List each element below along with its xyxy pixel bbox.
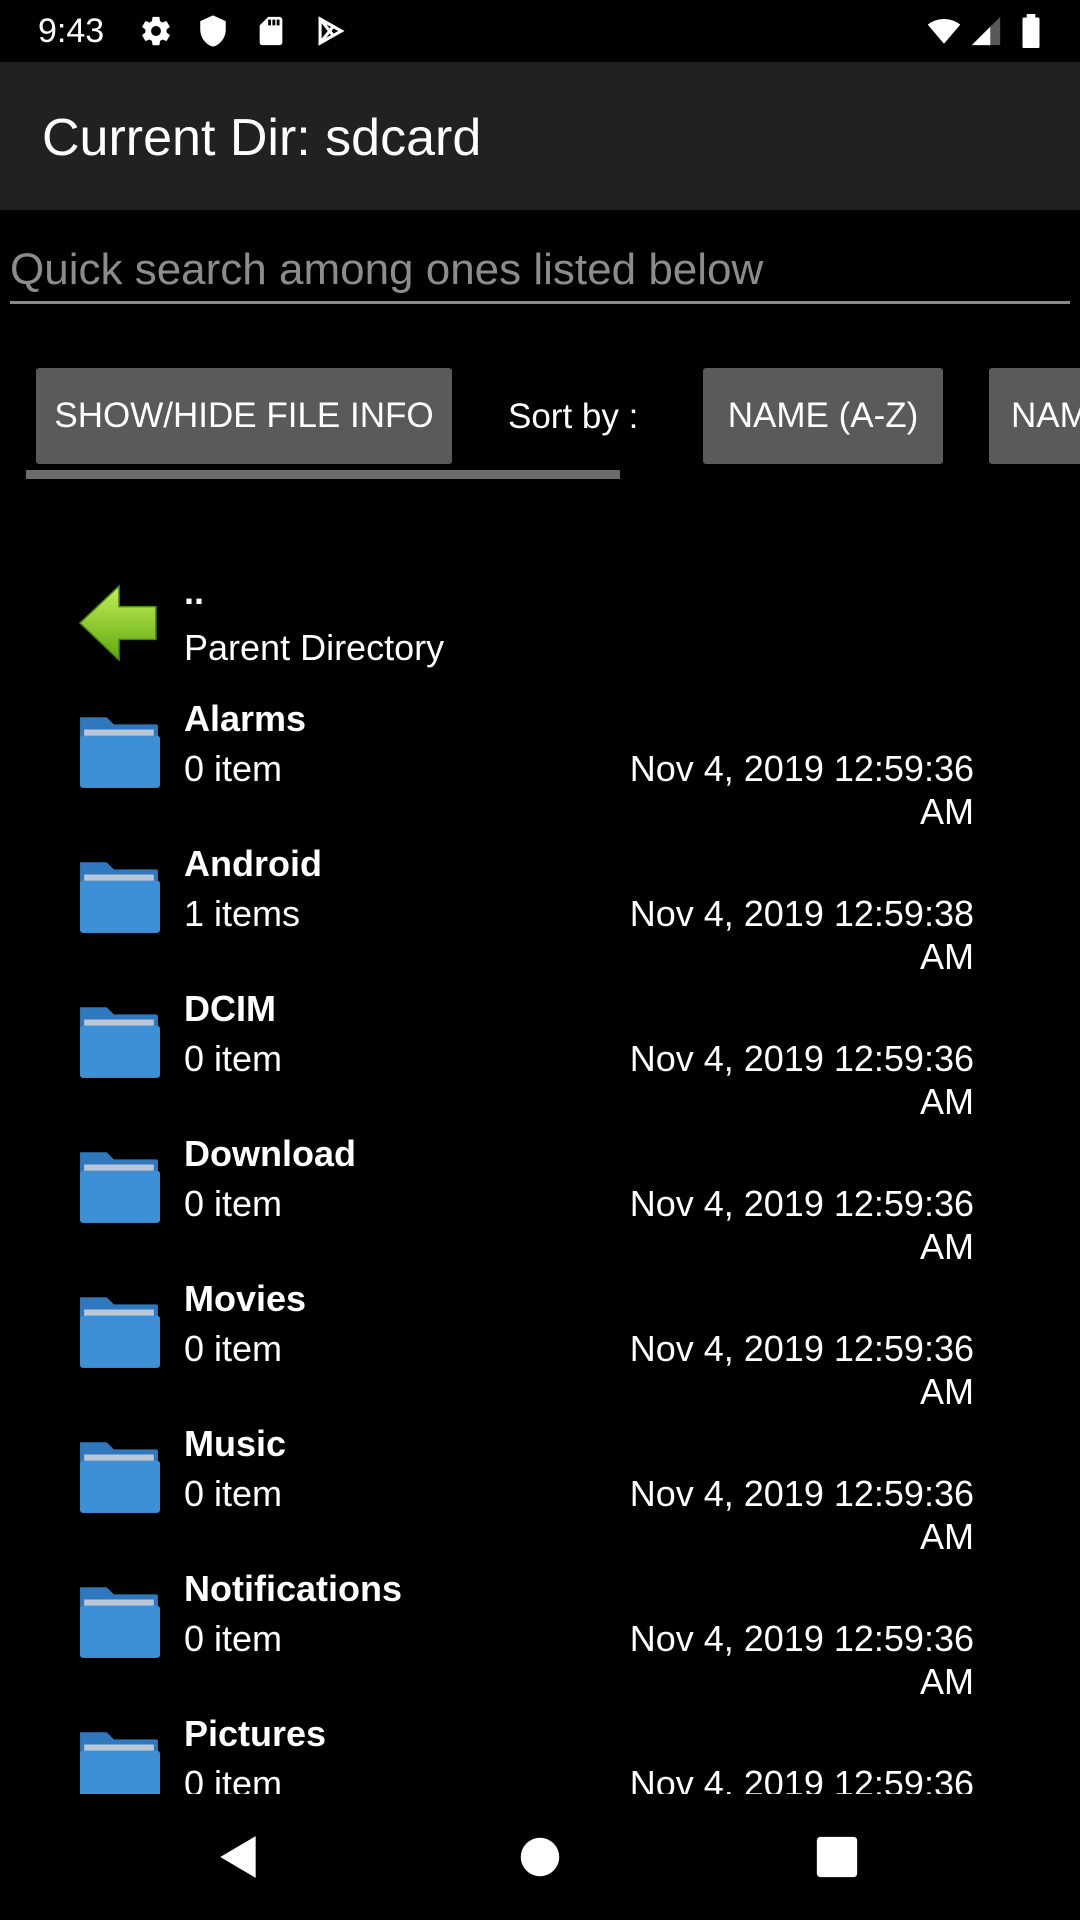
sort-name-az-button[interactable]: NAME (A-Z): [703, 368, 943, 464]
folder-icon: [80, 1007, 160, 1078]
folder-name: Download: [184, 1133, 356, 1174]
folder-icon: [80, 1152, 160, 1223]
modified-date: Nov 4, 2019 12:59:36 AM: [629, 1328, 974, 1412]
folder-icon: [80, 1587, 160, 1658]
folder-icon: [80, 862, 160, 933]
cell-signal-icon: [971, 16, 1001, 46]
shield-icon: [200, 15, 226, 47]
folder-name: Alarms: [184, 698, 307, 739]
sort-by-label: Sort by :: [508, 397, 639, 436]
file-list: .. Parent Directory Alarms 0 item Nov 4,…: [0, 570, 1080, 1794]
item-count: 0 item: [184, 1038, 283, 1079]
folder-name: DCIM: [184, 988, 276, 1029]
parent-directory-label: Parent Directory: [184, 627, 445, 668]
wifi-icon: [927, 18, 961, 44]
folder-row[interactable]: Notifications 0 item Nov 4, 2019 12:59:3…: [0, 1567, 1080, 1712]
battery-icon: [1022, 14, 1040, 48]
item-count: 1 items: [184, 893, 301, 934]
modified-date: Nov 4, 2019 12:59:36 AM: [629, 1618, 974, 1702]
folder-name: Music: [184, 1423, 287, 1464]
folder-name: Notifications: [184, 1568, 403, 1609]
show-hide-file-info-button[interactable]: SHOW/HIDE FILE INFO: [36, 368, 452, 464]
folder-row[interactable]: Movies 0 item Nov 4, 2019 12:59:36 AM: [0, 1277, 1080, 1422]
status-bar: 9:43: [0, 0, 1080, 62]
app-bar: Current Dir: sdcard: [0, 62, 1080, 210]
modified-date: Nov 4, 2019 12:59:36: [629, 1763, 974, 1794]
folder-row[interactable]: Download 0 item Nov 4, 2019 12:59:36 AM: [0, 1132, 1080, 1277]
item-count: 0 item: [184, 1763, 283, 1794]
page-title: Current Dir: sdcard: [42, 109, 482, 167]
sort-name-za-button[interactable]: NAM: [989, 368, 1080, 464]
back-arrow-icon: [78, 584, 157, 662]
item-count: 0 item: [184, 748, 283, 789]
recents-square-icon: [816, 1836, 858, 1878]
parent-directory-row[interactable]: .. Parent Directory: [0, 570, 1080, 715]
gear-icon: [142, 16, 170, 46]
folder-row[interactable]: Android 1 items Nov 4, 2019 12:59:38 AM: [0, 842, 1080, 987]
toolbar: SHOW/HIDE FILE INFO Sort by : NAME (A-Z)…: [0, 368, 1080, 480]
home-circle-icon: [520, 1837, 560, 1877]
sd-card-icon: [259, 16, 283, 46]
search-container: [10, 238, 1070, 308]
modified-date: Nov 4, 2019 12:59:38 AM: [629, 893, 974, 977]
folder-name: Android: [184, 843, 322, 884]
folder-icon: [80, 717, 160, 788]
folder-row[interactable]: DCIM 0 item Nov 4, 2019 12:59:36 AM: [0, 987, 1080, 1132]
folder-icon: [80, 1442, 160, 1513]
folder-row[interactable]: Pictures 0 item Nov 4, 2019 12:59:36: [0, 1712, 1080, 1794]
back-triangle-icon: [220, 1836, 256, 1878]
modified-date: Nov 4, 2019 12:59:36 AM: [629, 1183, 974, 1267]
search-input[interactable]: [10, 238, 1070, 304]
folder-name: Movies: [184, 1278, 307, 1319]
folder-icon: [80, 1732, 160, 1794]
folder-row[interactable]: Alarms 0 item Nov 4, 2019 12:59:36 AM: [0, 697, 1080, 842]
item-count: 0 item: [184, 1328, 283, 1369]
modified-date: Nov 4, 2019 12:59:36 AM: [629, 1473, 974, 1557]
folder-icon: [80, 1297, 160, 1368]
nav-recents-button[interactable]: [802, 1822, 872, 1892]
play-store-icon: [318, 16, 345, 46]
status-time: 9:43: [38, 12, 105, 50]
toolbar-scrollbar[interactable]: [26, 470, 620, 479]
modified-date: Nov 4, 2019 12:59:36 AM: [629, 748, 974, 832]
item-count: 0 item: [184, 1618, 283, 1659]
folder-name: Pictures: [184, 1713, 327, 1754]
navigation-bar: [0, 1794, 1080, 1920]
folder-row[interactable]: Music 0 item Nov 4, 2019 12:59:36 AM: [0, 1422, 1080, 1567]
item-count: 0 item: [184, 1183, 283, 1224]
nav-back-button[interactable]: [204, 1822, 274, 1892]
modified-date: Nov 4, 2019 12:59:36 AM: [629, 1038, 974, 1122]
nav-home-button[interactable]: [505, 1822, 575, 1892]
item-count: 0 item: [184, 1473, 283, 1514]
parent-directory-name: ..: [184, 571, 205, 612]
